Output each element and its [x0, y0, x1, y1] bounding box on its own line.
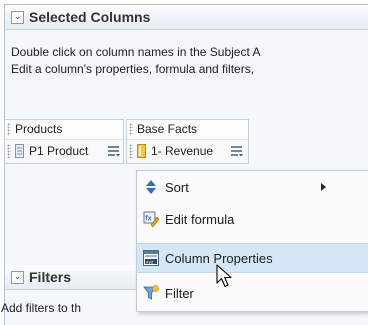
folder-name: Products	[15, 122, 63, 136]
column-card-products[interactable]: Products P1 Product	[4, 119, 124, 164]
menu-item-label: Edit formula	[165, 211, 235, 227]
column-properties-icon: xyz	[143, 250, 159, 266]
drag-grip-icon[interactable]	[7, 123, 11, 136]
description-line: Double click on column names in the Subj…	[11, 45, 261, 59]
column-item[interactable]: P1 Product	[5, 140, 123, 162]
edit-formula-icon: fx	[143, 211, 159, 227]
drag-grip-icon[interactable]	[129, 123, 133, 136]
column-folder-label: Products	[5, 120, 123, 140]
column-context-menu: Sort fx Edit formula xyz Column Properti…	[136, 170, 368, 312]
filters-title: Filters	[29, 269, 72, 285]
svg-text:xyz: xyz	[146, 259, 154, 264]
column-folder-label: Base Facts	[127, 120, 248, 140]
column-options-menu-icon[interactable]	[230, 145, 244, 157]
filter-icon	[143, 285, 159, 300]
submenu-arrow-icon	[321, 183, 326, 191]
column-name: 1- Revenue	[151, 144, 214, 158]
svg-text:fx: fx	[145, 215, 152, 223]
drag-grip-icon[interactable]	[7, 144, 11, 158]
menu-item-label: Sort	[165, 179, 189, 195]
menu-item-filter[interactable]: Filter	[137, 279, 368, 307]
collapse-toggle-icon[interactable]: ⌄	[11, 10, 24, 24]
column-card-base-facts[interactable]: Base Facts 1- Revenue	[126, 119, 249, 164]
menu-item-sort[interactable]: Sort	[137, 173, 368, 201]
menu-item-label: Filter	[165, 285, 194, 301]
collapse-toggle-icon[interactable]: ⌄	[11, 270, 24, 284]
selected-columns-description: Double click on column names in the Subj…	[11, 44, 368, 78]
folder-name: Base Facts	[137, 122, 198, 136]
filters-header[interactable]: ⌄ Filters	[5, 265, 137, 290]
attribute-column-icon	[15, 144, 24, 158]
mouse-pointer-icon	[216, 264, 232, 288]
description-line: Edit a column's properties, formula and …	[11, 62, 255, 76]
selected-columns-title: Selected Columns	[29, 9, 151, 25]
filters-description: Add filters to th	[1, 301, 82, 315]
menu-item-column-properties[interactable]: xyz Column Properties	[137, 243, 368, 273]
sort-icon	[146, 180, 156, 194]
measure-column-icon	[137, 144, 146, 158]
drag-grip-icon[interactable]	[129, 144, 133, 158]
menu-item-edit-formula[interactable]: fx Edit formula	[137, 205, 368, 233]
selected-columns-header[interactable]: ⌄ Selected Columns	[5, 5, 368, 30]
column-options-menu-icon[interactable]	[107, 145, 121, 157]
column-name: P1 Product	[29, 144, 89, 158]
